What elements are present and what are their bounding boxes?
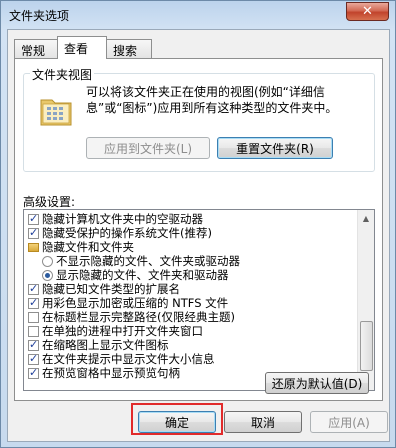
tab-view[interactable]: 查看 <box>57 36 107 59</box>
scroll-up-icon[interactable]: ▲ <box>358 210 374 226</box>
setting-show-hidden[interactable]: 显示隐藏的文件、文件夹和驱动器 <box>42 268 229 282</box>
folder-view-icon <box>40 99 72 126</box>
setting-separate-process[interactable]: 在单独的进程中打开文件夹窗口 <box>28 324 203 338</box>
setting-hide-protected-os-files[interactable]: 隐藏受保护的操作系统文件(推荐) <box>28 226 212 240</box>
ok-highlight-box <box>131 403 223 435</box>
setting-dont-show-hidden[interactable]: 不显示隐藏的文件、文件夹或驱动器 <box>42 254 240 268</box>
view-tab-panel: 文件夹视图 可以将该文件夹正在使用的视图(例如“详细信 息”或“图标”)应用到所… <box>14 58 383 401</box>
checkbox[interactable] <box>28 338 39 351</box>
checkbox[interactable] <box>28 212 39 225</box>
folder-views-desc-line1: 可以将该文件夹正在使用的视图(例如“详细信 <box>86 85 325 99</box>
checkbox[interactable] <box>28 296 39 309</box>
tab-general[interactable]: 常规 <box>14 39 58 58</box>
setting-hidden-files-folders: 隐藏文件和文件夹 <box>28 240 134 254</box>
scroll-thumb[interactable] <box>360 321 373 371</box>
cancel-button[interactable]: 取消 <box>224 411 302 433</box>
apply-to-folders-button[interactable]: 应用到文件夹(L) <box>86 137 210 159</box>
checkbox[interactable] <box>28 226 39 239</box>
setting-color-ntfs[interactable]: 用彩色显示加密或压缩的 NTFS 文件 <box>28 296 228 310</box>
advanced-settings-list: 隐藏计算机文件夹中的空驱动器 隐藏受保护的操作系统文件(推荐) 隐藏文件和文件夹… <box>23 209 375 391</box>
folder-views-group: 文件夹视图 可以将该文件夹正在使用的视图(例如“详细信 息”或“图标”)应用到所… <box>23 66 375 172</box>
setting-label: 在预览窗格中显示预览句柄 <box>42 366 180 380</box>
tab-search[interactable]: 搜索 <box>106 39 152 58</box>
setting-preview-handlers[interactable]: 在预览窗格中显示预览句柄 <box>28 366 180 380</box>
checkbox[interactable] <box>28 325 39 337</box>
close-button[interactable]: ✕ <box>346 2 389 21</box>
reset-folders-button[interactable]: 重置文件夹(R) <box>217 137 333 159</box>
radio-button[interactable] <box>42 255 53 267</box>
checkbox[interactable] <box>28 282 39 295</box>
advanced-settings-label: 高级设置: <box>23 195 76 209</box>
vertical-scrollbar[interactable]: ▲ ▼ <box>357 210 374 390</box>
setting-file-size-tips[interactable]: 在文件夹提示中显示文件大小信息 <box>28 352 215 366</box>
checkbox[interactable] <box>28 311 39 323</box>
setting-hide-extensions[interactable]: 隐藏已知文件类型的扩展名 <box>28 282 180 296</box>
window-title: 文件夹选项 <box>9 9 70 23</box>
radio-button[interactable] <box>42 269 53 281</box>
title-bar[interactable]: 文件夹选项 ✕ <box>1 1 395 29</box>
folder-views-desc-line2: 息”或“图标”)应用到所有这种类型的文件夹中。 <box>86 101 338 115</box>
restore-defaults-button[interactable]: 还原为默认值(D) <box>265 372 369 394</box>
folder-views-label: 文件夹视图 <box>30 66 95 83</box>
setting-thumbnail-icons[interactable]: 在缩略图上显示文件图标 <box>28 338 169 352</box>
close-icon: ✕ <box>362 4 373 19</box>
apply-button[interactable]: 应用(A) <box>310 411 388 433</box>
setting-hide-empty-drives[interactable]: 隐藏计算机文件夹中的空驱动器 <box>28 212 203 226</box>
dialog-body: 常规 查看 搜索 文件夹视图 可以将该文件夹正在使用的视图(例如“详细信 息”或… <box>7 29 390 442</box>
checkbox[interactable] <box>28 366 39 379</box>
folder-icon <box>28 242 39 252</box>
folder-options-window: 文件夹选项 ✕ 常规 查看 搜索 文件夹视图 可以将该文件夹正在使用的视图(例如… <box>0 0 396 448</box>
checkbox[interactable] <box>28 352 39 365</box>
setting-full-path-title[interactable]: 在标题栏显示完整路径(仅限经典主题) <box>28 310 235 324</box>
folder-views-description: 可以将该文件夹正在使用的视图(例如“详细信 息”或“图标”)应用到所有这种类型的… <box>86 84 366 116</box>
